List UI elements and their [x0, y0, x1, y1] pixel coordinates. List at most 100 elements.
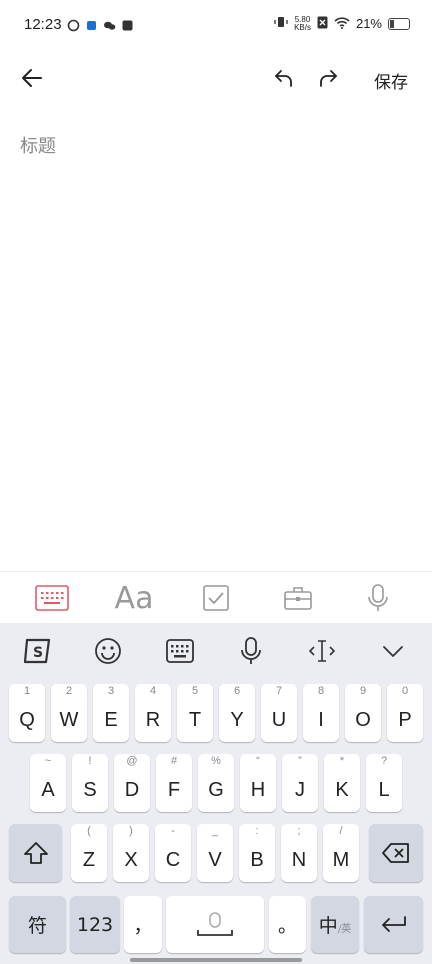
- key-k[interactable]: * K: [324, 754, 360, 812]
- numbers-key[interactable]: 123: [70, 896, 120, 953]
- key-hint: :: [255, 825, 259, 837]
- key-o[interactable]: 9O: [345, 684, 381, 742]
- key-label: B: [250, 849, 264, 871]
- text-format-icon[interactable]: Aa: [114, 580, 154, 616]
- key-c[interactable]: -C: [155, 824, 191, 882]
- key-hint: #: [170, 755, 178, 767]
- enter-key[interactable]: [364, 896, 423, 953]
- key-hint: 0: [401, 685, 409, 697]
- key-hint: *: [339, 755, 345, 767]
- battery-icon: [388, 17, 410, 30]
- toolbox-icon[interactable]: [278, 580, 318, 616]
- backspace-key[interactable]: [369, 824, 423, 882]
- key-hint: -: [171, 825, 175, 837]
- checkbox-icon[interactable]: [196, 580, 236, 616]
- key-f[interactable]: # F: [156, 754, 192, 812]
- key-q[interactable]: 1Q: [9, 684, 45, 742]
- keyboard-icon[interactable]: [32, 580, 72, 616]
- save-button[interactable]: 保存: [374, 68, 408, 93]
- key-label: K: [335, 779, 349, 801]
- home-indicator[interactable]: [130, 958, 302, 962]
- redo-icon[interactable]: [308, 58, 348, 98]
- key-m[interactable]: / M: [323, 824, 359, 882]
- battery-percent: 21%: [355, 16, 382, 31]
- key-p[interactable]: 0P: [387, 684, 423, 742]
- key-hint: ?: [380, 755, 388, 767]
- arrow-left-icon[interactable]: [12, 58, 52, 98]
- key-hint: ;: [297, 825, 301, 837]
- sogou-logo-icon[interactable]: S: [20, 633, 56, 669]
- key-label: P: [398, 709, 412, 731]
- app-icon: [85, 17, 98, 30]
- key-v[interactable]: _ V: [197, 824, 233, 882]
- key-label: Y: [230, 709, 244, 731]
- key-label: O: [355, 709, 371, 731]
- key-hint: /: [339, 825, 343, 837]
- keyboard-icon[interactable]: [162, 633, 198, 669]
- key-hint: @: [126, 755, 138, 767]
- key-z[interactable]: (Z: [71, 824, 107, 882]
- key-label: D: [124, 779, 140, 801]
- key-d[interactable]: @ D: [114, 754, 150, 812]
- network-speed: 5.80 KB/s: [294, 14, 311, 32]
- key-hint: ~: [44, 755, 52, 767]
- undo-icon[interactable]: [264, 58, 304, 98]
- key-label: J: [295, 779, 305, 801]
- key-b[interactable]: :B: [239, 824, 275, 882]
- period-key[interactable]: 。: [269, 896, 306, 953]
- key-i[interactable]: 8I: [303, 684, 339, 742]
- soft-keyboard: S 1Q2W3E4R5T6Y7U8I9O0P ~ A! S @ D # F% G “H” J * K?…: [0, 623, 432, 964]
- no-sim-icon: [317, 16, 328, 32]
- key-label: S: [83, 779, 97, 801]
- key-x[interactable]: ) X: [113, 824, 149, 882]
- status-bar: 12:23 5.80 KB/s 21%: [0, 0, 432, 52]
- key-y[interactable]: 6Y: [219, 684, 255, 742]
- key-hint: 2: [65, 685, 73, 697]
- key-hint: %: [211, 755, 221, 767]
- key-label: R: [145, 709, 161, 731]
- key-a[interactable]: ~ A: [30, 754, 66, 812]
- key-label: E: [104, 709, 118, 731]
- key-u[interactable]: 7U: [261, 684, 297, 742]
- collapse-icon[interactable]: [375, 633, 411, 669]
- key-w[interactable]: 2W: [51, 684, 87, 742]
- key-e[interactable]: 3E: [93, 684, 129, 742]
- space-key[interactable]: [166, 896, 264, 953]
- microphone-icon[interactable]: [233, 633, 269, 669]
- key-j[interactable]: ” J: [282, 754, 318, 812]
- key-t[interactable]: 5T: [177, 684, 213, 742]
- wechat-icon: [103, 17, 116, 30]
- key-hint: 5: [191, 685, 199, 697]
- key-g[interactable]: % G: [198, 754, 234, 812]
- key-hint: 9: [359, 685, 367, 697]
- key-hint: “: [256, 755, 260, 767]
- title-input[interactable]: 标题: [20, 132, 56, 158]
- vibrate-icon: [274, 15, 288, 32]
- cursor-icon[interactable]: [304, 633, 340, 669]
- status-right: 5.80 KB/s 21%: [274, 15, 410, 32]
- microphone-icon[interactable]: [358, 580, 398, 616]
- wifi-icon: [334, 16, 350, 32]
- inbox-icon: [121, 17, 134, 31]
- key-l[interactable]: ? L: [366, 754, 402, 812]
- editor-toolbar: 保存: [0, 58, 432, 98]
- symbols-key[interactable]: 符: [9, 896, 66, 953]
- key-r[interactable]: 4R: [135, 684, 171, 742]
- key-hint: 7: [275, 685, 283, 697]
- key-label: U: [271, 709, 287, 731]
- comma-key[interactable]: ，: [124, 896, 162, 953]
- key-h[interactable]: “H: [240, 754, 276, 812]
- key-label: G: [208, 779, 224, 801]
- svg-text:S: S: [33, 645, 43, 661]
- key-label: Z: [82, 849, 96, 871]
- key-hint: _: [211, 825, 219, 837]
- shift-key[interactable]: [9, 824, 62, 882]
- key-n[interactable]: ; N: [281, 824, 317, 882]
- key-hint: 4: [149, 685, 157, 697]
- key-s[interactable]: ! S: [72, 754, 108, 812]
- emoji-icon[interactable]: [90, 633, 126, 669]
- key-hint: 3: [107, 685, 115, 697]
- key-label: C: [165, 849, 181, 871]
- language-switch-key[interactable]: 中/英: [311, 896, 359, 953]
- key-label: X: [124, 849, 138, 871]
